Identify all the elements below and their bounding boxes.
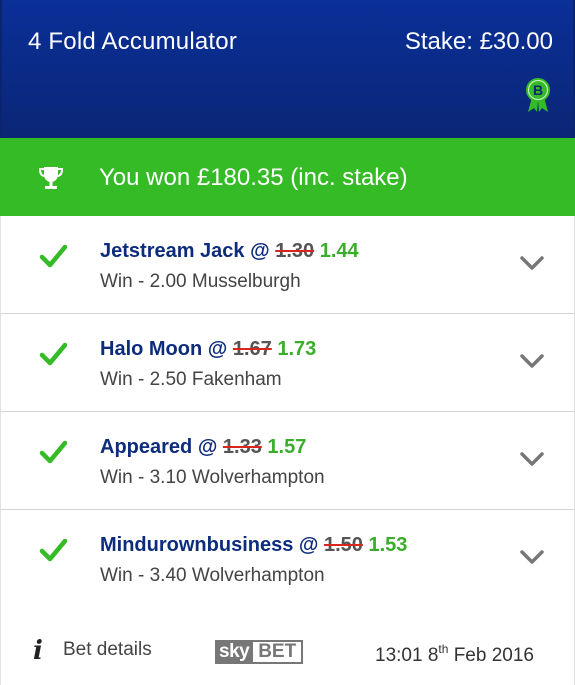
skybet-logo: sky BET xyxy=(215,640,304,664)
horse-name: Jetstream Jack xyxy=(100,240,245,262)
race-detail: Win - 3.10 Wolverhampton xyxy=(100,467,325,488)
at-symbol: @ xyxy=(197,436,218,458)
horse-name: Halo Moon xyxy=(100,338,203,360)
horse-name: Mindurownbusiness xyxy=(100,534,294,556)
selection-row[interactable]: Jetstream Jack @ 1.30 1.44 Win - 2.00 Mu… xyxy=(0,216,575,314)
chevron-down-icon[interactable] xyxy=(519,548,545,566)
check-icon xyxy=(39,538,67,562)
timestamp-date: Feb 2016 xyxy=(448,645,534,666)
bet-timestamp: 13:01 8th Feb 2016 xyxy=(375,642,534,667)
bet-details-link[interactable]: Bet details xyxy=(63,639,152,661)
original-odds: 1.33 xyxy=(222,436,262,458)
trophy-icon xyxy=(38,167,64,189)
receipt-footer: i Bet details sky BET 13:01 8th Feb 2016 xyxy=(0,606,575,685)
race-detail: Win - 2.50 Fakenham xyxy=(100,369,282,390)
bet-receipt-card: 4 Fold Accumulator Stake: £30.00 B You w… xyxy=(0,0,575,685)
timestamp-time: 13:01 8 xyxy=(375,645,439,666)
winnings-banner: You won £180.35 (inc. stake) xyxy=(0,138,575,216)
winnings-text: You won £180.35 (inc. stake) xyxy=(99,164,408,191)
logo-sky: sky xyxy=(215,640,254,664)
boosted-odds: 1.73 xyxy=(277,338,317,360)
timestamp-day-suffix: th xyxy=(438,642,449,656)
stake-amount: Stake: £30.00 xyxy=(404,28,553,55)
svg-text:B: B xyxy=(533,82,543,98)
selection-row[interactable]: Appeared @ 1.33 1.57 Win - 3.10 Wolverha… xyxy=(0,412,575,510)
check-icon xyxy=(39,342,67,366)
bet-header: 4 Fold Accumulator Stake: £30.00 B xyxy=(0,0,575,138)
chevron-down-icon[interactable] xyxy=(519,450,545,468)
chevron-down-icon[interactable] xyxy=(519,352,545,370)
horse-name: Appeared xyxy=(100,436,193,458)
boosted-odds: 1.44 xyxy=(319,240,359,262)
at-symbol: @ xyxy=(207,338,228,360)
info-icon[interactable]: i xyxy=(33,636,43,666)
logo-bet: BET xyxy=(258,641,297,662)
bet-title: 4 Fold Accumulator xyxy=(28,28,238,55)
race-detail: Win - 3.40 Wolverhampton xyxy=(100,565,325,586)
at-symbol: @ xyxy=(250,240,270,262)
b-rosette-badge-icon: B xyxy=(526,78,550,112)
check-icon xyxy=(39,440,67,464)
original-odds: 1.67 xyxy=(232,338,272,360)
chevron-down-icon[interactable] xyxy=(519,254,545,272)
at-symbol: @ xyxy=(298,534,319,556)
selection-row[interactable]: Halo Moon @ 1.67 1.73 Win - 2.50 Fakenha… xyxy=(0,314,575,412)
selection-title: Appeared @ 1.33 1.57 xyxy=(100,436,306,459)
original-odds: 1.30 xyxy=(275,240,315,262)
race-detail: Win - 2.00 Musselburgh xyxy=(100,271,301,292)
check-icon xyxy=(39,244,67,268)
boosted-odds: 1.53 xyxy=(368,534,408,556)
original-odds: 1.50 xyxy=(323,534,363,556)
boosted-odds: 1.57 xyxy=(267,436,307,458)
selection-title: Mindurownbusiness @ 1.50 1.53 xyxy=(100,534,407,557)
selection-title: Halo Moon @ 1.67 1.73 xyxy=(100,338,316,361)
selection-title: Jetstream Jack @ 1.30 1.44 xyxy=(100,240,359,263)
selection-row[interactable]: Mindurownbusiness @ 1.50 1.53 Win - 3.40… xyxy=(0,510,575,608)
